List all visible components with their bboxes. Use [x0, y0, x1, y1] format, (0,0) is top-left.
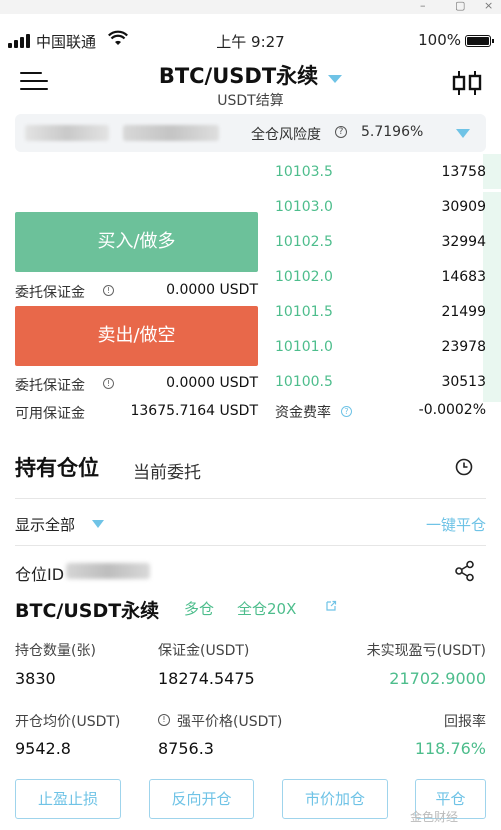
- edit-leverage-icon[interactable]: [325, 600, 337, 612]
- info-icon[interactable]: !: [158, 714, 170, 726]
- buy-long-button[interactable]: 买入/做多: [15, 212, 258, 272]
- funding-rate-row: 资金费率 ? -0.0002%: [275, 402, 486, 422]
- buy-order-margin-row: 委托保证金 ! 0.0000 USDT: [15, 282, 258, 302]
- bid-price: 10103.0: [275, 199, 333, 215]
- status-bar: 中国联通 上午 9:27 100%: [0, 28, 501, 54]
- minimize-icon[interactable]: –: [420, 0, 426, 12]
- available-margin-row: 可用保证金 13675.7164 USDT: [15, 403, 258, 423]
- entry-price-value: 9542.8: [15, 739, 71, 758]
- position-margin-value: 18274.5475: [158, 669, 255, 688]
- chevron-down-icon[interactable]: [328, 74, 343, 83]
- history-clock-icon[interactable]: [455, 458, 473, 476]
- funding-rate-label: 资金费率: [275, 405, 331, 421]
- divider: [15, 545, 486, 546]
- order-margin-value: 0.0000 USDT: [166, 282, 258, 298]
- bid-quantity: 14683: [441, 269, 486, 285]
- unrealized-pnl-label: 未实现盈亏(USDT): [366, 643, 486, 659]
- liquidation-price-label: 强平价格(USDT): [177, 714, 283, 730]
- bid-quantity: 13758: [441, 164, 486, 180]
- available-margin-value: 13675.7164 USDT: [130, 403, 258, 419]
- order-book-row[interactable]: 10101.0 23978: [275, 332, 501, 367]
- roe-label: 回报率: [444, 714, 486, 730]
- order-margin-label: 委托保证金: [15, 378, 85, 394]
- bid-quantity: 32994: [441, 234, 486, 250]
- bid-price: 10102.5: [275, 234, 333, 250]
- tab-open-orders[interactable]: 当前委托: [133, 458, 201, 483]
- battery-percent: 100%: [418, 31, 461, 49]
- app-header: BTC/USDT永续 USDT结算: [0, 56, 501, 112]
- bid-quantity: 30513: [441, 374, 486, 390]
- tab-positions[interactable]: 持有仓位: [15, 452, 99, 482]
- divider: [15, 498, 486, 499]
- contract-selector[interactable]: BTC/USDT永续: [0, 60, 501, 90]
- margin-mode-badge: 全仓20X: [237, 600, 297, 618]
- liquidation-price-value: 8756.3: [158, 739, 214, 758]
- order-margin-label: 委托保证金: [15, 285, 85, 301]
- available-margin-label: 可用保证金: [15, 406, 85, 422]
- share-icon[interactable]: [454, 560, 476, 582]
- risk-bar[interactable]: 全仓风险度 ? 5.7196%: [15, 114, 486, 152]
- show-all-filter[interactable]: 显示全部: [15, 514, 75, 535]
- bid-quantity: 30909: [441, 199, 486, 215]
- order-book-row[interactable]: 10102.5 32994: [275, 227, 501, 262]
- position-side-badge: 多仓: [184, 600, 215, 618]
- window-chrome: – ▢ ×: [0, 0, 501, 14]
- close-all-button[interactable]: 一键平仓: [426, 514, 486, 535]
- bid-quantity: 23978: [441, 339, 486, 355]
- position-tabs: 持有仓位 当前委托: [15, 452, 486, 484]
- info-icon[interactable]: ?: [335, 126, 347, 138]
- position-id-label: 仓位ID: [15, 565, 65, 584]
- info-icon[interactable]: !: [103, 378, 114, 389]
- roe-value: 118.76%: [414, 739, 486, 758]
- settlement-subtitle: USDT结算: [217, 93, 284, 109]
- order-book-row[interactable]: 10100.5 30513: [275, 367, 501, 402]
- redacted-account-info: [25, 125, 109, 141]
- market-add-button[interactable]: 市价加仓: [282, 779, 388, 819]
- tp-sl-button[interactable]: 止盈止损: [15, 779, 121, 819]
- battery-icon: [465, 35, 494, 47]
- chevron-down-icon[interactable]: [456, 129, 470, 138]
- bid-price: 10100.5: [275, 374, 333, 390]
- info-icon[interactable]: ?: [341, 406, 352, 417]
- redacted-account-info: [123, 125, 219, 141]
- bid-price: 10101.5: [275, 304, 333, 320]
- order-book-row[interactable]: 10102.0 14683: [275, 262, 501, 297]
- risk-value: 5.7196%: [361, 124, 424, 140]
- candlestick-chart-icon[interactable]: [451, 70, 483, 96]
- page-title[interactable]: BTC/USDT永续: [159, 60, 318, 90]
- close-icon[interactable]: ×: [484, 0, 493, 12]
- position-qty-label: 持仓数量(张): [15, 643, 96, 659]
- order-book-row[interactable]: 10103.0 30909: [275, 192, 501, 227]
- redacted-position-id: [66, 563, 150, 579]
- order-margin-value: 0.0000 USDT: [166, 375, 258, 391]
- watermark: 金色财经: [410, 810, 459, 824]
- entry-price-label: 开仓均价(USDT): [15, 714, 121, 730]
- unrealized-pnl-value: 21702.9000: [389, 669, 486, 688]
- sell-order-margin-row: 委托保证金 ! 0.0000 USDT: [15, 375, 258, 395]
- order-book-row[interactable]: 10103.5 13758: [275, 154, 501, 189]
- bid-quantity: 21499: [441, 304, 486, 320]
- bid-price: 10103.5: [275, 164, 333, 180]
- order-book-row[interactable]: 10101.5 21499: [275, 297, 501, 332]
- info-icon[interactable]: !: [103, 285, 114, 296]
- sell-short-button[interactable]: 卖出/做空: [15, 306, 258, 366]
- maximize-icon[interactable]: ▢: [455, 0, 465, 12]
- position-qty-value: 3830: [15, 669, 56, 688]
- bid-price: 10101.0: [275, 339, 333, 355]
- funding-rate-value: -0.0002%: [418, 402, 486, 418]
- risk-label: 全仓风险度: [251, 127, 321, 143]
- position-margin-label: 保证金(USDT): [158, 643, 250, 659]
- reverse-open-button[interactable]: 反向开仓: [149, 779, 254, 819]
- bid-price: 10102.0: [275, 269, 333, 285]
- position-pair: BTC/USDT永续: [15, 600, 160, 622]
- chevron-down-icon[interactable]: [92, 520, 104, 528]
